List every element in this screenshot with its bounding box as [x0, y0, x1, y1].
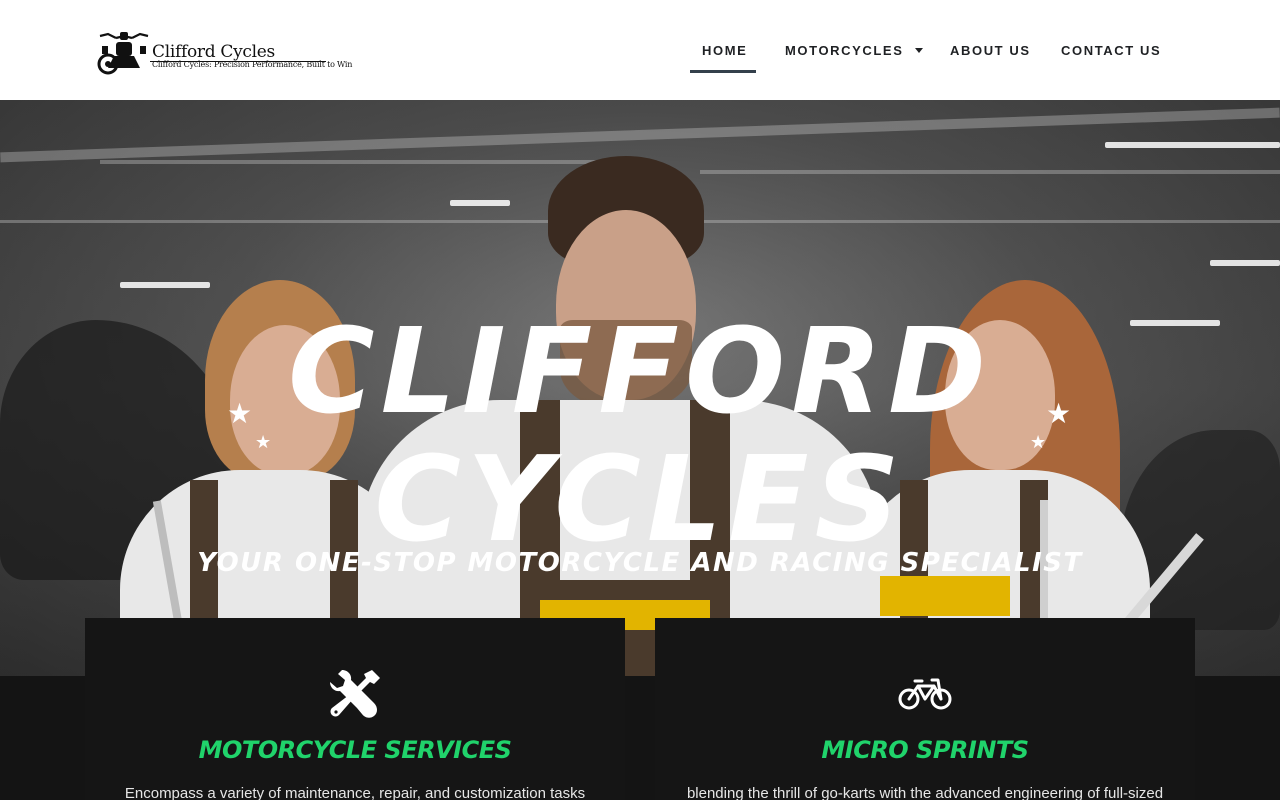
hero-title-line1: CLIFFORD	[287, 302, 993, 440]
service-card-description: Encompass a variety of maintenance, repa…	[124, 785, 586, 800]
nav-home[interactable]: HOME	[702, 28, 747, 72]
hero-subtitle: YOUR ONE-STOP MOTORCYCLE AND RACING SPEC…	[197, 548, 1083, 578]
service-card-title: MOTORCYCLE SERVICES	[198, 736, 512, 764]
chevron-down-icon	[915, 47, 924, 53]
motorcycle-logo-icon	[97, 32, 149, 75]
nav-about-us[interactable]: ABOUT US	[950, 28, 1031, 72]
site-logo[interactable]: Clifford Cycles Clifford Cycles: Precisi…	[94, 22, 352, 78]
nav-motorcycles[interactable]: MOTORCYCLES	[785, 28, 924, 72]
service-card-description: blending the thrill of go-karts with the…	[686, 785, 1164, 800]
nav-active-indicator	[690, 70, 756, 73]
logo-tagline: Clifford Cycles: Precision Performance, …	[152, 60, 353, 69]
service-card-motorcycle-services: MOTORCYCLE SERVICES Encompass a variety …	[85, 618, 625, 800]
service-card-title: MICRO SPRINTS	[821, 736, 1029, 764]
site-header: Clifford Cycles Clifford Cycles: Precisi…	[0, 0, 1280, 100]
nav-contact-us[interactable]: CONTACT US	[1061, 28, 1161, 72]
tools-icon	[330, 670, 380, 718]
hero-title-line2: CYCLES	[374, 430, 906, 568]
nav-contact-us-label: CONTACT US	[1061, 42, 1162, 58]
nav-motorcycles-label: MOTORCYCLES	[785, 42, 904, 58]
nav-home-label: HOME	[702, 42, 748, 58]
logo-title: Clifford Cycles	[152, 42, 275, 62]
hero-banner: ★ ★ ★ ★ CLIFFORD CYCLES YOUR ONE-STOP MO…	[0, 100, 1280, 676]
bicycle-icon	[898, 678, 952, 710]
service-card-micro-sprints: MICRO SPRINTS blending the thrill of go-…	[655, 618, 1195, 800]
nav-about-us-label: ABOUT US	[950, 42, 1031, 58]
